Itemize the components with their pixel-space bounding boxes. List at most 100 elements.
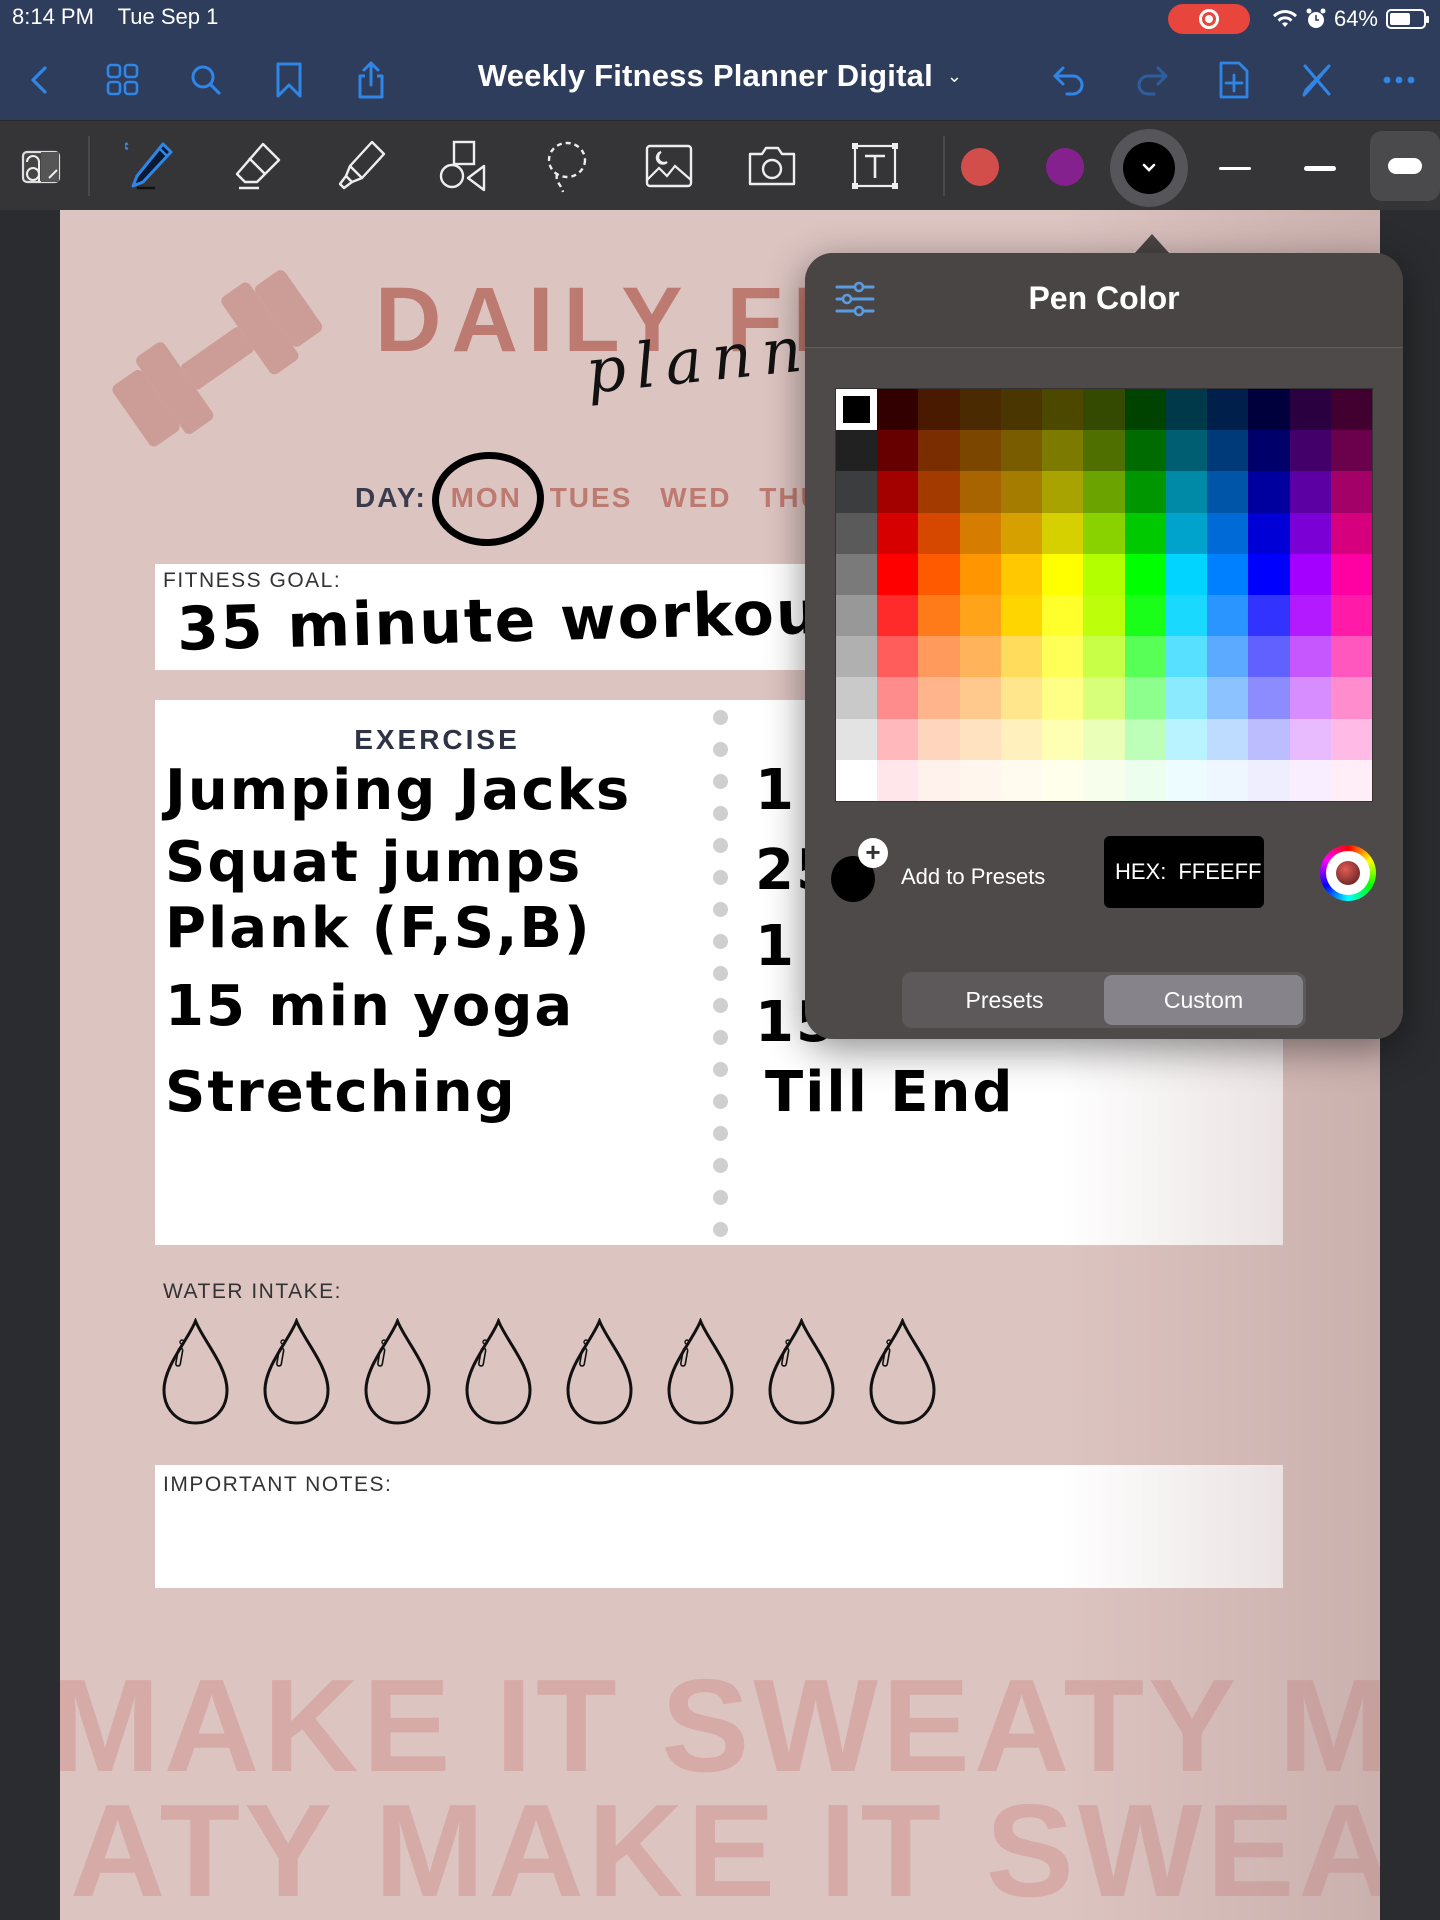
color-cell[interactable] xyxy=(1207,759,1249,801)
color-cell[interactable] xyxy=(959,595,1001,637)
color-cell[interactable] xyxy=(1289,471,1331,513)
color-cell[interactable] xyxy=(1083,512,1125,554)
color-cell[interactable] xyxy=(1165,595,1208,637)
color-cell[interactable] xyxy=(1165,718,1208,760)
color-cell[interactable] xyxy=(1289,677,1331,719)
color-cell[interactable] xyxy=(1165,759,1208,801)
thickness-thick-active[interactable] xyxy=(1370,131,1440,201)
color-cell[interactable] xyxy=(959,471,1001,513)
close-pen-mode-button[interactable] xyxy=(1293,56,1341,104)
water-drop-icon[interactable] xyxy=(665,1318,736,1426)
color-cell[interactable] xyxy=(1000,471,1043,513)
color-cell[interactable] xyxy=(1248,389,1290,431)
hex-input[interactable]: HEX: FFEEFF xyxy=(1104,836,1264,908)
color-cell[interactable] xyxy=(959,430,1001,472)
color-cell[interactable] xyxy=(877,430,919,472)
color-cell[interactable] xyxy=(1330,512,1372,554)
color-swatch-red[interactable] xyxy=(961,148,999,186)
color-cell[interactable] xyxy=(918,636,960,678)
color-cell[interactable] xyxy=(836,430,878,472)
color-cell[interactable] xyxy=(1083,677,1125,719)
color-cell[interactable] xyxy=(959,636,1001,678)
shape-recognition-tool[interactable] xyxy=(6,131,76,201)
tab-custom[interactable]: Custom xyxy=(1104,975,1303,1025)
color-cell[interactable] xyxy=(1000,512,1043,554)
color-cell[interactable] xyxy=(836,595,878,637)
color-cell[interactable] xyxy=(836,636,878,678)
day-tues[interactable]: TUES xyxy=(550,482,633,513)
color-cell[interactable] xyxy=(959,718,1001,760)
color-cell[interactable] xyxy=(1042,512,1084,554)
water-drop-icon[interactable] xyxy=(463,1318,534,1426)
color-cell[interactable] xyxy=(1000,595,1043,637)
color-cell[interactable] xyxy=(959,512,1001,554)
color-cell[interactable] xyxy=(918,718,960,760)
color-cell[interactable] xyxy=(1330,389,1372,431)
color-cell[interactable] xyxy=(1000,430,1043,472)
highlighter-tool[interactable] xyxy=(327,131,397,201)
color-cell[interactable] xyxy=(836,759,878,801)
color-cell[interactable] xyxy=(1000,553,1043,595)
color-cell[interactable] xyxy=(1207,512,1249,554)
more-button[interactable] xyxy=(1375,56,1423,104)
color-cell[interactable] xyxy=(836,471,878,513)
color-cell[interactable] xyxy=(877,595,919,637)
color-cell[interactable] xyxy=(1124,512,1166,554)
document-title-menu[interactable]: Weekly Fitness Planner Digital ⌄ xyxy=(478,58,962,94)
color-cell[interactable] xyxy=(1207,718,1249,760)
color-cell[interactable] xyxy=(1165,512,1208,554)
color-cell[interactable] xyxy=(1330,677,1372,719)
color-cell[interactable] xyxy=(1083,636,1125,678)
water-drop-icon[interactable] xyxy=(261,1318,332,1426)
color-cell[interactable] xyxy=(1289,553,1331,595)
color-cell[interactable] xyxy=(1042,677,1084,719)
color-cell[interactable] xyxy=(1124,471,1166,513)
back-button[interactable] xyxy=(16,56,64,104)
color-cell[interactable] xyxy=(877,677,919,719)
color-cell[interactable] xyxy=(1124,759,1166,801)
redo-button[interactable] xyxy=(1128,56,1176,104)
color-cell[interactable] xyxy=(1000,636,1043,678)
shapes-tool[interactable] xyxy=(429,131,499,201)
color-cell[interactable] xyxy=(1083,553,1125,595)
color-cell[interactable] xyxy=(1207,471,1249,513)
color-cell[interactable] xyxy=(1042,595,1084,637)
color-cell[interactable] xyxy=(877,553,919,595)
color-cell[interactable] xyxy=(1083,471,1125,513)
color-cell[interactable] xyxy=(836,718,878,760)
camera-tool[interactable] xyxy=(737,131,807,201)
lasso-tool[interactable] xyxy=(532,131,602,201)
color-cell[interactable] xyxy=(1124,677,1166,719)
important-notes-box[interactable]: IMPORTANT NOTES: xyxy=(155,1465,1283,1588)
color-cell[interactable] xyxy=(1289,595,1331,637)
undo-button[interactable] xyxy=(1045,56,1093,104)
color-cell[interactable] xyxy=(1124,389,1166,431)
color-cell[interactable] xyxy=(1042,430,1084,472)
color-cell[interactable] xyxy=(1330,553,1372,595)
color-cell[interactable] xyxy=(1124,636,1166,678)
color-cell[interactable] xyxy=(1289,759,1331,801)
day-wed[interactable]: WED xyxy=(660,482,731,513)
color-cell[interactable] xyxy=(1207,595,1249,637)
color-cell[interactable] xyxy=(1165,471,1208,513)
day-mon[interactable]: MON xyxy=(451,482,522,513)
color-cell[interactable] xyxy=(1042,718,1084,760)
share-button[interactable] xyxy=(347,56,395,104)
color-cell[interactable] xyxy=(918,553,960,595)
color-cell[interactable] xyxy=(1330,718,1372,760)
color-cell[interactable] xyxy=(877,636,919,678)
eraser-tool[interactable] xyxy=(222,131,292,201)
color-cell[interactable] xyxy=(836,553,878,595)
water-drop-icon[interactable] xyxy=(362,1318,433,1426)
color-cell[interactable] xyxy=(1330,636,1372,678)
color-cell[interactable] xyxy=(959,389,1001,431)
add-page-button[interactable] xyxy=(1210,56,1258,104)
color-swatch-black-active[interactable] xyxy=(1110,129,1188,207)
color-cell[interactable] xyxy=(1289,636,1331,678)
color-cell[interactable] xyxy=(918,677,960,719)
color-cell[interactable] xyxy=(1207,389,1249,431)
color-cell[interactable] xyxy=(1207,677,1249,719)
search-button[interactable] xyxy=(182,56,230,104)
pen-tool[interactable]: ✱ xyxy=(118,131,188,201)
color-cell[interactable] xyxy=(918,471,960,513)
